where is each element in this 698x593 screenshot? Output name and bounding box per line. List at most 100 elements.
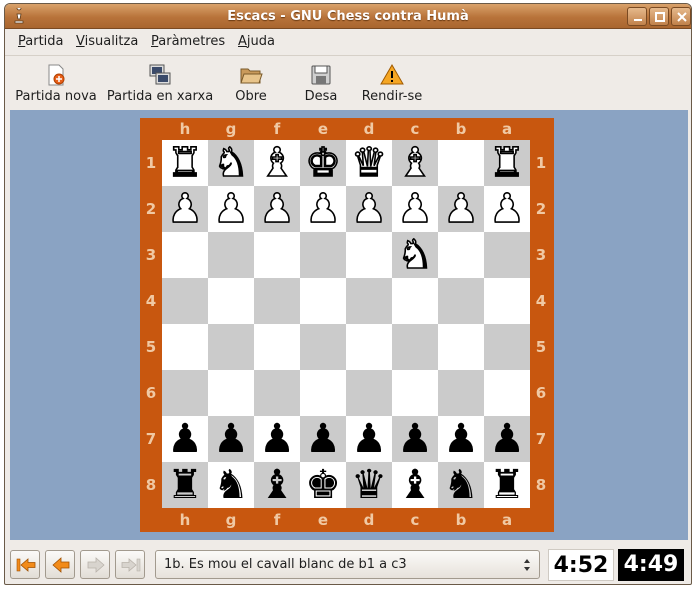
square-d6[interactable]: [346, 370, 392, 416]
square-b6[interactable]: [438, 370, 484, 416]
white-bishop-piece[interactable]: ♝: [392, 139, 438, 187]
square-c3[interactable]: ♞: [392, 231, 438, 279]
square-e4[interactable]: [300, 278, 346, 324]
square-c6[interactable]: [392, 370, 438, 416]
white-pawn-piece[interactable]: ♟: [484, 185, 530, 233]
square-d4[interactable]: [346, 278, 392, 324]
white-pawn-piece[interactable]: ♟: [162, 185, 208, 233]
square-g7[interactable]: ♟: [208, 416, 254, 462]
white-queen-piece[interactable]: ♛: [346, 139, 392, 187]
black-pawn-piece[interactable]: ♟: [162, 416, 208, 462]
square-g8[interactable]: ♞: [208, 462, 254, 508]
chess-board[interactable]: ♜ ♞ ♝ ♚ ♛ ♝ ♜ ♟ ♟ ♟ ♟ ♟ ♟ ♟ ♟ ♞ ♟ ♟ ♟ ♟ ♟ ♟ ♟ ♟ ♜ ♞ ♝ ♚ ♛ ♝ ♞ ♜: [162, 139, 530, 508]
square-a6[interactable]: [484, 370, 530, 416]
next-move-button[interactable]: [80, 550, 110, 579]
white-rook-piece[interactable]: ♜: [484, 139, 530, 187]
square-d5[interactable]: [346, 324, 392, 370]
square-e8[interactable]: ♚: [300, 462, 346, 508]
square-h2[interactable]: ♟: [162, 185, 208, 233]
square-d7[interactable]: ♟: [346, 416, 392, 462]
menu-visualitza[interactable]: Visualitza: [76, 34, 138, 49]
square-g4[interactable]: [208, 278, 254, 324]
square-c7[interactable]: ♟: [392, 416, 438, 462]
square-d8[interactable]: ♛: [346, 462, 392, 508]
square-a2[interactable]: ♟: [484, 185, 530, 233]
black-bishop-piece[interactable]: ♝: [392, 462, 438, 508]
square-f3[interactable]: [254, 232, 300, 278]
square-e7[interactable]: ♟: [300, 416, 346, 462]
close-button[interactable]: [671, 7, 691, 26]
black-knight-piece[interactable]: ♞: [438, 462, 484, 508]
white-pawn-piece[interactable]: ♟: [392, 185, 438, 233]
square-g6[interactable]: [208, 370, 254, 416]
new-game-button[interactable]: Partida nova: [13, 56, 99, 111]
square-d2[interactable]: ♟: [346, 185, 392, 233]
square-c4[interactable]: [392, 278, 438, 324]
square-h3[interactable]: [162, 232, 208, 278]
white-pawn-piece[interactable]: ♟: [254, 185, 300, 233]
square-b7[interactable]: ♟: [438, 416, 484, 462]
white-knight-piece[interactable]: ♞: [392, 231, 438, 279]
black-pawn-piece[interactable]: ♟: [208, 416, 254, 462]
square-g1[interactable]: ♞: [208, 139, 254, 187]
square-h7[interactable]: ♟: [162, 416, 208, 462]
black-king-piece[interactable]: ♚: [300, 462, 346, 508]
square-e1[interactable]: ♚: [300, 139, 346, 187]
open-button[interactable]: Obre: [223, 56, 279, 111]
square-g3[interactable]: [208, 232, 254, 278]
white-rook-piece[interactable]: ♜: [162, 139, 208, 187]
black-knight-piece[interactable]: ♞: [208, 462, 254, 508]
square-f1[interactable]: ♝: [254, 139, 300, 187]
black-pawn-piece[interactable]: ♟: [346, 416, 392, 462]
white-pawn-piece[interactable]: ♟: [208, 185, 254, 233]
first-move-button[interactable]: [10, 550, 40, 579]
square-a1[interactable]: ♜: [484, 139, 530, 187]
white-pawn-piece[interactable]: ♟: [438, 185, 484, 233]
square-b8[interactable]: ♞: [438, 462, 484, 508]
move-history-dropdown[interactable]: 1b. Es mou el cavall blanc de b1 a c3: [155, 550, 540, 579]
minimize-button[interactable]: [627, 7, 647, 26]
black-pawn-piece[interactable]: ♟: [300, 416, 346, 462]
square-b3[interactable]: [438, 232, 484, 278]
square-e6[interactable]: [300, 370, 346, 416]
white-pawn-piece[interactable]: ♟: [300, 185, 346, 233]
square-h8[interactable]: ♜: [162, 462, 208, 508]
square-g2[interactable]: ♟: [208, 185, 254, 233]
title-bar[interactable]: Escacs - GNU Chess contra Humà: [5, 4, 691, 29]
black-rook-piece[interactable]: ♜: [484, 462, 530, 508]
black-bishop-piece[interactable]: ♝: [254, 462, 300, 508]
square-a7[interactable]: ♟: [484, 416, 530, 462]
black-rook-piece[interactable]: ♜: [162, 462, 208, 508]
square-f6[interactable]: [254, 370, 300, 416]
white-knight-piece[interactable]: ♞: [208, 139, 254, 187]
save-button[interactable]: Desa: [293, 56, 349, 111]
square-c2[interactable]: ♟: [392, 185, 438, 233]
black-queen-piece[interactable]: ♛: [346, 462, 392, 508]
square-e3[interactable]: [300, 232, 346, 278]
black-pawn-piece[interactable]: ♟: [254, 416, 300, 462]
square-d3[interactable]: [346, 232, 392, 278]
square-c5[interactable]: [392, 324, 438, 370]
square-f8[interactable]: ♝: [254, 462, 300, 508]
square-c1[interactable]: ♝: [392, 139, 438, 187]
square-a3[interactable]: [484, 232, 530, 278]
square-a4[interactable]: [484, 278, 530, 324]
white-king-piece[interactable]: ♚: [300, 139, 346, 187]
maximize-button[interactable]: [649, 7, 669, 26]
square-b4[interactable]: [438, 278, 484, 324]
square-g5[interactable]: [208, 324, 254, 370]
square-d1[interactable]: ♛: [346, 139, 392, 187]
square-e5[interactable]: [300, 324, 346, 370]
square-h6[interactable]: [162, 370, 208, 416]
network-game-button[interactable]: Partida en xarxa: [105, 56, 215, 111]
menu-ajuda[interactable]: Ajuda: [238, 34, 275, 49]
square-b1[interactable]: [438, 140, 484, 186]
white-bishop-piece[interactable]: ♝: [254, 139, 300, 187]
square-e2[interactable]: ♟: [300, 185, 346, 233]
square-c8[interactable]: ♝: [392, 462, 438, 508]
square-f2[interactable]: ♟: [254, 185, 300, 233]
black-pawn-piece[interactable]: ♟: [484, 416, 530, 462]
black-pawn-piece[interactable]: ♟: [392, 416, 438, 462]
square-b2[interactable]: ♟: [438, 185, 484, 233]
square-a8[interactable]: ♜: [484, 462, 530, 508]
